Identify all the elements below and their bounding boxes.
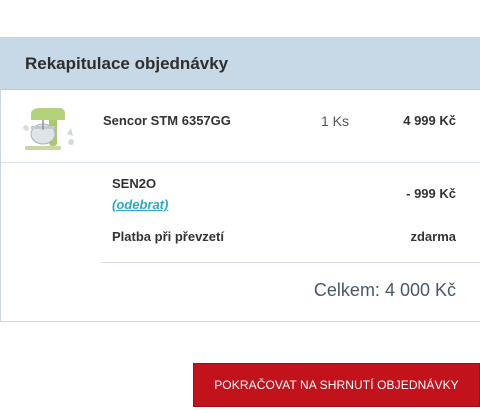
product-price: 4 999 Kč bbox=[403, 113, 456, 128]
continue-to-summary-button[interactable]: POKRAČOVAT NA SHRNUTÍ OBJEDNÁVKY bbox=[193, 363, 480, 407]
stand-mixer-icon bbox=[23, 108, 74, 150]
order-summary-title: Rekapitulace objednávky bbox=[25, 53, 229, 73]
payment-method-price: zdarma bbox=[410, 229, 456, 244]
order-summary-header: Rekapitulace objednávky bbox=[1, 38, 480, 90]
payment-method-label: Platba při převzetí bbox=[112, 229, 224, 244]
product-name[interactable]: Sencor STM 6357GG bbox=[103, 113, 231, 128]
product-row: Sencor STM 6357GG 1 Ks 4 999 Kč bbox=[1, 91, 480, 163]
coupon-remove-link[interactable]: (odebrat) bbox=[112, 197, 168, 212]
summary-divider bbox=[101, 262, 480, 263]
product-quantity: 1 Ks bbox=[321, 113, 350, 129]
order-summary-panel: Rekapitulace objednávky Sencor STM 6357G… bbox=[0, 37, 480, 322]
coupon-code: SEN2O bbox=[112, 176, 157, 191]
coupon-discount: - 999 Kč bbox=[406, 186, 456, 201]
order-total: Celkem: 4 000 Kč bbox=[313, 280, 456, 300]
